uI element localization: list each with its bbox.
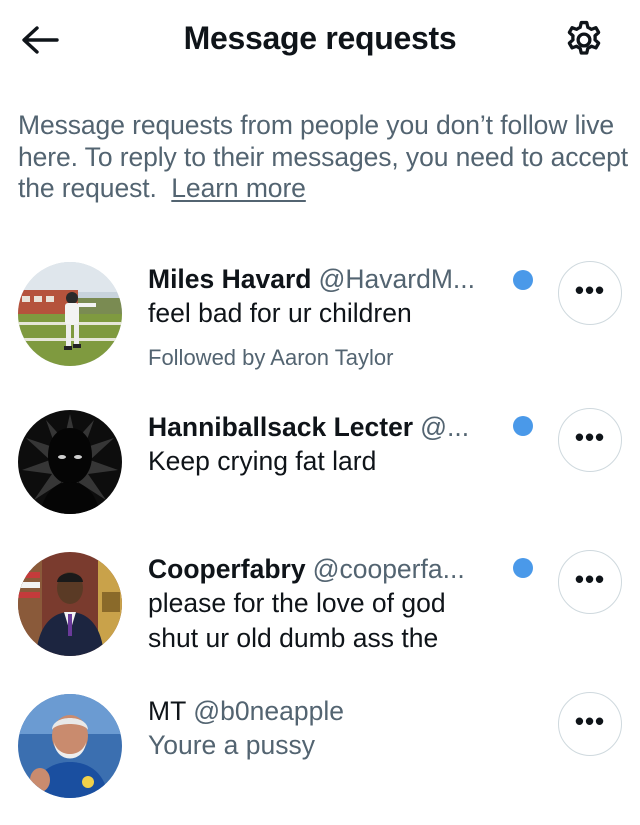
message-preview: Youre a pussy (148, 730, 315, 760)
sender-name: Miles Havard (148, 264, 312, 294)
unread-indicator (513, 270, 533, 290)
sender-handle: @cooperfa... (312, 554, 465, 584)
more-icon: ••• (574, 564, 606, 594)
avatar[interactable] (18, 552, 122, 656)
sender-handle: @... (420, 412, 470, 442)
message-preview-line-2: shut ur old dumb ass the (148, 623, 439, 653)
request-content: Cooperfabry @cooperfa... please for the … (148, 552, 523, 656)
sender-line: Hanniballsack Lecter @... (148, 410, 523, 444)
more-options-button[interactable]: ••• (558, 692, 622, 756)
learn-more-link[interactable]: Learn more (171, 173, 306, 203)
request-content: Hanniballsack Lecter @... Keep crying fa… (148, 410, 523, 479)
list-item[interactable]: Miles Havard @HavardM... feel bad for ur… (0, 258, 640, 388)
message-preview: feel bad for ur children (148, 298, 412, 328)
sender-name: MT (148, 696, 187, 726)
info-description: Message requests from people you don’t f… (18, 110, 629, 203)
sender-line: Cooperfabry @cooperfa... (148, 552, 523, 586)
avatar[interactable] (18, 694, 122, 798)
page-title: Message requests (183, 20, 457, 56)
followed-by-text: Followed by Aaron Taylor (148, 345, 394, 370)
sender-line: Miles Havard @HavardM... (148, 262, 523, 296)
more-icon: ••• (574, 275, 606, 305)
message-preview: Keep crying fat lard (148, 446, 377, 476)
avatar[interactable] (18, 410, 122, 514)
info-text: Message requests from people you don’t f… (18, 110, 630, 205)
settings-button[interactable] (560, 16, 608, 64)
more-options-button[interactable]: ••• (558, 261, 622, 325)
more-icon: ••• (574, 422, 606, 452)
unread-indicator (513, 416, 533, 436)
more-icon: ••• (574, 706, 606, 736)
sender-line: MT @b0neapple (148, 694, 523, 728)
list-item[interactable]: Hanniballsack Lecter @... Keep crying fa… (0, 408, 640, 518)
list-item[interactable]: MT @b0neapple Youre a pussy ••• (0, 692, 640, 802)
request-content: MT @b0neapple Youre a pussy (148, 694, 523, 763)
top-bar: Message requests (0, 0, 640, 84)
more-options-button[interactable]: ••• (558, 408, 622, 472)
sender-name: Cooperfabry (148, 554, 306, 584)
sender-handle: @HavardM... (318, 264, 476, 294)
more-options-button[interactable]: ••• (558, 550, 622, 614)
avatar[interactable] (18, 262, 122, 366)
unread-indicator (513, 558, 533, 578)
gear-icon (567, 20, 601, 55)
message-preview-line-1: please for the love of god (148, 588, 446, 618)
list-item[interactable]: Cooperfabry @cooperfa... please for the … (0, 550, 640, 660)
request-content: Miles Havard @HavardM... feel bad for ur… (148, 262, 523, 373)
sender-handle: @b0neapple (193, 696, 344, 726)
sender-name: Hanniballsack Lecter (148, 412, 414, 442)
